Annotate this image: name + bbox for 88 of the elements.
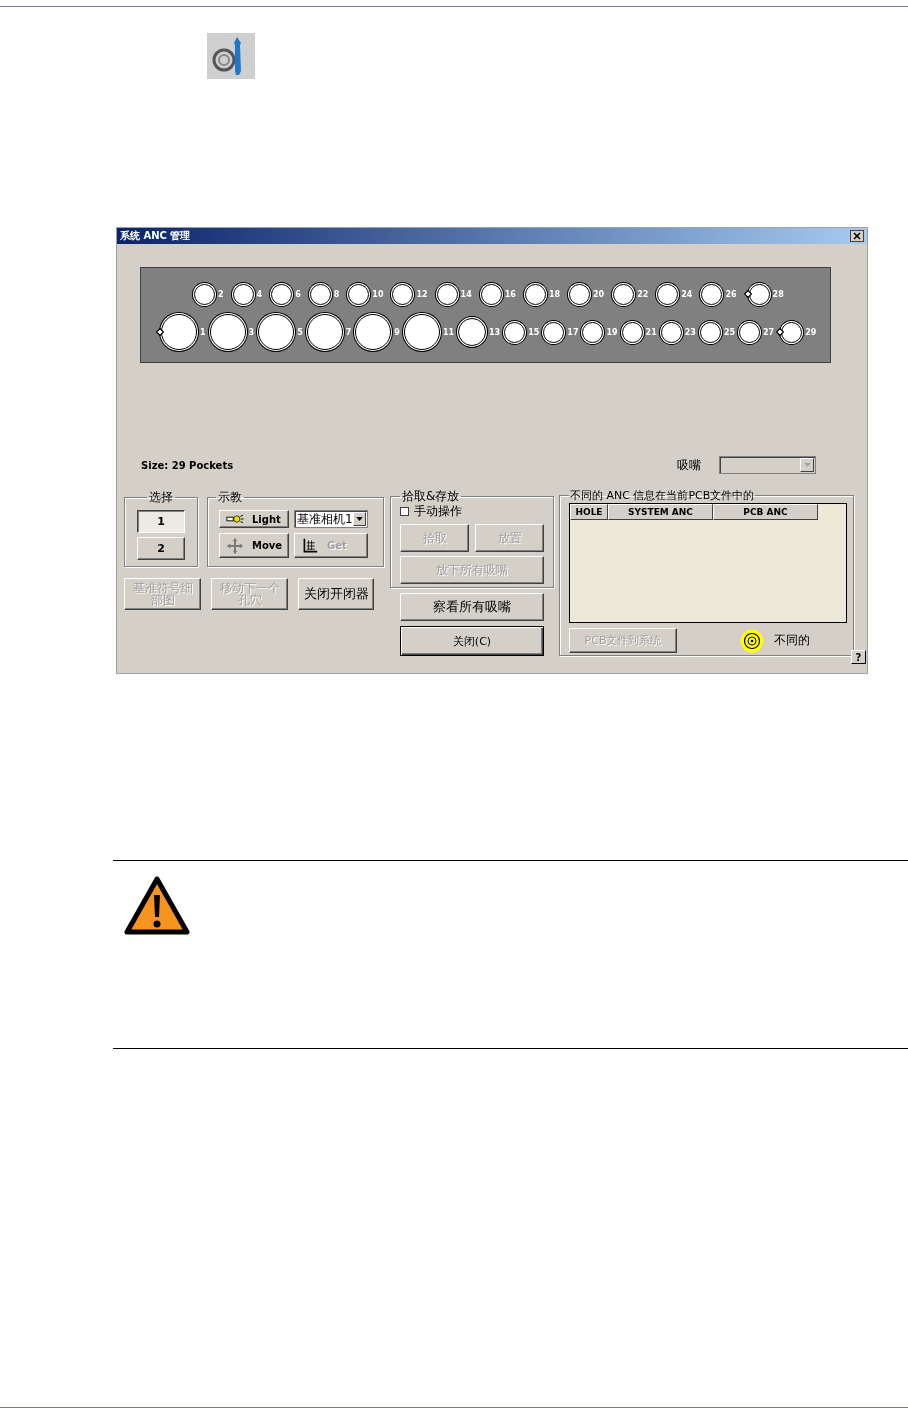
light-button[interactable]: Light — [219, 510, 289, 528]
pocket-number: 22 — [637, 289, 649, 299]
view-nozzles-button[interactable]: 察看所有吸嘴 — [400, 593, 544, 621]
pocket-hole[interactable] — [232, 283, 254, 305]
dropdown-arrow-icon — [803, 463, 811, 467]
close-icon[interactable] — [850, 230, 864, 242]
pocket-number: 18 — [548, 289, 560, 299]
pocket-hole[interactable] — [348, 283, 370, 305]
axes-grid-icon — [301, 537, 319, 554]
pocket-hole[interactable] — [309, 283, 331, 305]
pocket-hole[interactable] — [355, 314, 392, 350]
pocket-number: 3 — [248, 327, 255, 337]
group-title: 选择 — [148, 489, 174, 506]
pocket-hole[interactable] — [569, 283, 590, 305]
pocket-number: 29 — [805, 327, 817, 337]
pocket-hole[interactable] — [271, 283, 293, 305]
pocket-hole[interactable] — [258, 314, 295, 350]
checkbox-label: 手动操作 — [414, 503, 462, 520]
pocket-number: 12 — [416, 289, 428, 299]
pocket-hole[interactable] — [209, 314, 246, 350]
pocket-number: 6 — [295, 289, 301, 299]
pocket-hole[interactable] — [621, 321, 643, 343]
size-label: Size: 29 Pockets — [141, 459, 235, 471]
move-button[interactable]: Move — [219, 533, 289, 558]
pocket-hole[interactable] — [781, 321, 803, 343]
pocket-number: 11 — [442, 327, 455, 337]
column-header[interactable]: SYSTEM ANC — [608, 504, 713, 520]
pocket-hole[interactable] — [748, 283, 770, 305]
pocket-number: 23 — [684, 327, 696, 337]
pocket-number: 10 — [372, 289, 384, 299]
pocket-number: 20 — [593, 289, 605, 299]
dropdown-arrow-icon — [355, 517, 363, 521]
pocket-hole[interactable] — [480, 283, 502, 305]
pocket-number: 5 — [297, 327, 303, 337]
nozzle-tool-icon — [207, 33, 255, 79]
pocket-hole[interactable] — [613, 283, 635, 305]
group-title: 示教 — [217, 489, 243, 506]
pocket-number: 7 — [345, 327, 352, 337]
pocket-hole[interactable] — [660, 321, 682, 343]
pocket-number: 2 — [218, 289, 224, 299]
pocket-hole[interactable] — [403, 314, 440, 350]
pocket-hole[interactable] — [504, 321, 526, 343]
pocket-number: 1 — [200, 327, 206, 337]
pocket-number: 14 — [460, 289, 472, 299]
pocket-hole[interactable] — [458, 318, 487, 346]
pocket-hole[interactable] — [582, 321, 604, 343]
pocket-number: 28 — [772, 289, 784, 299]
pocket-hole[interactable] — [699, 321, 721, 343]
window-title: 系统 ANC 管理 — [120, 229, 191, 243]
pocket-number: 19 — [606, 327, 618, 337]
pocket-number: 9 — [394, 327, 400, 337]
close-button[interactable]: 关闭(C) — [400, 626, 544, 656]
manual-checkbox[interactable] — [400, 507, 409, 516]
target-icon — [740, 628, 764, 653]
pocket-hole[interactable] — [161, 314, 197, 350]
pocket-number: 13 — [489, 327, 501, 337]
select-button[interactable]: 1 — [137, 510, 185, 533]
group-title: 拾取&存放 — [401, 488, 461, 505]
select-button[interactable]: 2 — [137, 537, 185, 560]
pocket-hole[interactable] — [194, 283, 215, 305]
pocket-number: 15 — [528, 327, 540, 337]
pocket-number: 26 — [725, 289, 737, 299]
column-header[interactable]: PCB ANC — [713, 504, 818, 520]
pocket-hole[interactable] — [306, 314, 343, 350]
action-button[interactable]: 关闭开闭器 — [298, 578, 374, 610]
pocket-number: 16 — [504, 289, 516, 299]
camera-dropdown[interactable]: 基准相机1 — [294, 510, 368, 528]
pocket-number: 17 — [567, 327, 579, 337]
nozzle-label: 吸嘴 — [677, 456, 701, 474]
pocket-hole[interactable] — [739, 321, 760, 343]
help-button[interactable]: ? — [851, 650, 866, 664]
pocket-hole[interactable] — [524, 283, 546, 305]
pocket-number: 27 — [763, 327, 775, 337]
pocket-hole[interactable] — [657, 283, 679, 305]
column-header[interactable]: HOLE — [570, 504, 608, 520]
pocket-hole[interactable] — [392, 283, 414, 305]
legend-label: 不同的 — [774, 632, 810, 649]
pocket-number: 21 — [645, 327, 657, 337]
pocket-hole[interactable] — [436, 283, 458, 305]
pocket-number: 24 — [681, 289, 693, 299]
pocket-hole[interactable] — [701, 283, 723, 305]
warning-icon — [124, 875, 190, 937]
pocket-number: 4 — [256, 289, 263, 299]
move-arrows-icon — [226, 537, 244, 554]
pocket-number: 8 — [333, 289, 340, 299]
pocket-hole[interactable] — [543, 321, 565, 343]
group-title: 不同的 ANC 信息在当前PCB文件中的 — [569, 488, 756, 503]
pocket-number: 25 — [723, 327, 735, 337]
